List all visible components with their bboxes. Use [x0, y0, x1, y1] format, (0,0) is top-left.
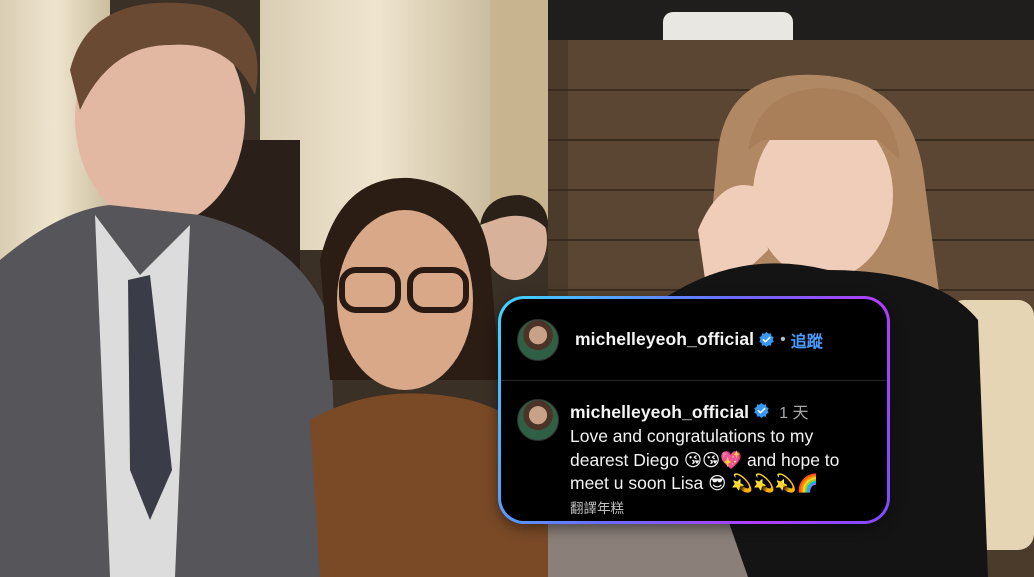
comment-meta: michelleyeoh_official 1 天 [570, 399, 871, 423]
left-photo [0, 0, 548, 577]
comment-timestamp: 1 天 [779, 405, 809, 422]
comment-card: michelleyeoh_official • 追蹤 michelleyeoh_… [498, 296, 890, 524]
separator-dot: • [780, 330, 786, 348]
profile-avatar[interactable] [517, 318, 559, 361]
comment-card-inner: michelleyeoh_official • 追蹤 michelleyeoh_… [501, 299, 887, 521]
post-header: michelleyeoh_official • 追蹤 [501, 299, 887, 381]
comment-body: michelleyeoh_official 1 天 Love and congr… [570, 399, 871, 517]
post-username[interactable]: michelleyeoh_official [575, 329, 754, 350]
verified-badge-icon [754, 403, 769, 418]
see-translation-link[interactable]: 翻譯年糕 [570, 497, 871, 517]
comment-avatar[interactable] [517, 399, 559, 441]
follow-button[interactable]: 追蹤 [791, 328, 823, 352]
comment-username[interactable]: michelleyeoh_official [570, 402, 749, 423]
verified-badge-icon [759, 332, 774, 347]
comment-row: michelleyeoh_official 1 天 Love and congr… [501, 381, 887, 517]
comment-text: Love and congratulations to my dearest D… [570, 426, 840, 493]
left-photo-illustration [0, 0, 548, 577]
